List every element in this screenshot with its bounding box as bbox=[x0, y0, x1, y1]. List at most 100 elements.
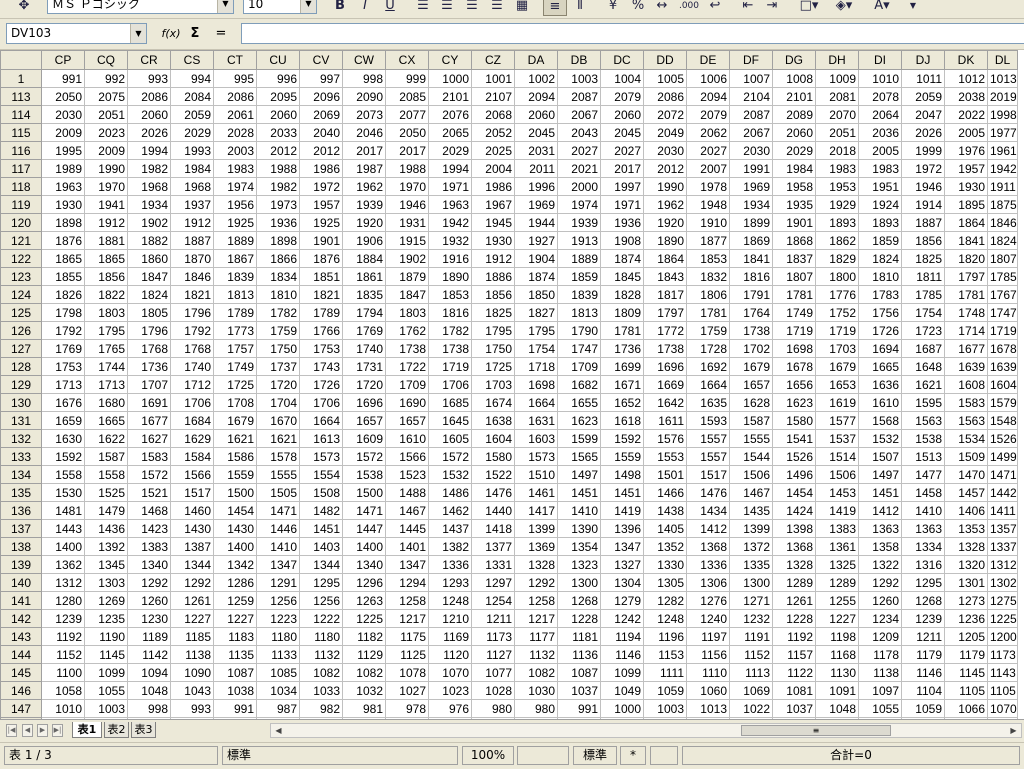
cell[interactable]: 1180 bbox=[256, 627, 300, 646]
cell[interactable]: 1797 bbox=[944, 267, 988, 286]
cell[interactable]: 1037 bbox=[557, 681, 601, 700]
cell[interactable]: 1566 bbox=[170, 465, 214, 484]
cell[interactable]: 1240 bbox=[686, 609, 730, 628]
horizontal-scrollbar[interactable]: ◀ ≡ ▶ bbox=[270, 723, 1022, 738]
cell[interactable]: 1772 bbox=[643, 321, 687, 340]
cell[interactable]: 1254 bbox=[471, 591, 515, 610]
cell[interactable]: 1049 bbox=[600, 681, 644, 700]
cell[interactable]: 1834 bbox=[256, 267, 300, 286]
cell[interactable]: 1904 bbox=[514, 249, 558, 268]
cell[interactable]: 1331 bbox=[471, 555, 515, 574]
cell[interactable]: 1461 bbox=[514, 483, 558, 502]
cell[interactable]: 1003 bbox=[84, 699, 128, 718]
cell[interactable]: 2029 bbox=[170, 123, 214, 142]
cell[interactable]: 1630 bbox=[41, 429, 85, 448]
cell[interactable]: 1925 bbox=[299, 213, 343, 232]
cell[interactable]: 1548 bbox=[987, 411, 1018, 430]
cell[interactable]: 1720 bbox=[256, 375, 300, 394]
cell[interactable]: 1682 bbox=[557, 375, 601, 394]
cell[interactable]: 2038 bbox=[944, 87, 988, 106]
cell[interactable]: 1225 bbox=[342, 609, 386, 628]
cell[interactable]: 1451 bbox=[600, 483, 644, 502]
cell[interactable]: 2087 bbox=[729, 105, 773, 124]
cell[interactable]: 1795 bbox=[514, 321, 558, 340]
cell[interactable]: 1678 bbox=[772, 357, 816, 376]
cell[interactable]: 1580 bbox=[471, 447, 515, 466]
cell[interactable]: 1055 bbox=[84, 681, 128, 700]
cell[interactable]: 1399 bbox=[514, 519, 558, 538]
cell[interactable]: 1723 bbox=[901, 321, 945, 340]
cell[interactable]: 1145 bbox=[84, 645, 128, 664]
decimal-format-icon[interactable]: ↔ bbox=[652, 0, 672, 16]
cell[interactable]: 1882 bbox=[127, 231, 171, 250]
cell[interactable]: 1756 bbox=[858, 303, 902, 322]
cell[interactable]: 1864 bbox=[944, 213, 988, 232]
cell[interactable]: 1470 bbox=[944, 465, 988, 484]
cell[interactable]: 1753 bbox=[41, 357, 85, 376]
spreadsheet-grid[interactable]: CP CQ CR CS CT CU CV CW CX CY CZ DA DB DC DD DE DF DG DH DI… bbox=[0, 50, 1024, 719]
cell[interactable]: 1476 bbox=[471, 483, 515, 502]
cell[interactable]: 1132 bbox=[299, 645, 343, 664]
cell[interactable]: 978 bbox=[385, 699, 429, 718]
cell[interactable]: 991 bbox=[557, 699, 601, 718]
cell[interactable]: 1235 bbox=[84, 609, 128, 628]
cell[interactable]: 1726 bbox=[858, 321, 902, 340]
cell[interactable]: 1769 bbox=[41, 339, 85, 358]
cell[interactable]: 1077 bbox=[471, 663, 515, 682]
cell[interactable]: 1198 bbox=[815, 627, 859, 646]
cell[interactable]: 1227 bbox=[213, 609, 257, 628]
cell[interactable]: 1566 bbox=[385, 447, 429, 466]
cell[interactable]: 1773 bbox=[213, 321, 257, 340]
align-center-icon[interactable]: ☰ bbox=[437, 0, 457, 16]
cell[interactable]: 1401 bbox=[385, 537, 429, 556]
cell[interactable]: 1610 bbox=[385, 429, 429, 448]
cell[interactable]: 1460 bbox=[170, 501, 214, 520]
cell[interactable]: 1706 bbox=[170, 393, 214, 412]
cell[interactable]: 1645 bbox=[428, 411, 472, 430]
cell[interactable]: 994 bbox=[170, 69, 214, 88]
cell[interactable]: 1211 bbox=[471, 609, 515, 628]
row-header[interactable]: 116 bbox=[0, 141, 42, 160]
cell[interactable]: 1269 bbox=[84, 591, 128, 610]
cell[interactable]: 1738 bbox=[643, 339, 687, 358]
cell[interactable]: 1987 bbox=[342, 159, 386, 178]
chevron-down-icon[interactable]: ▼ bbox=[217, 0, 233, 13]
cell[interactable]: 1200 bbox=[987, 627, 1018, 646]
cell[interactable]: 2073 bbox=[342, 105, 386, 124]
cell[interactable]: 1719 bbox=[815, 321, 859, 340]
cell[interactable]: 1845 bbox=[600, 267, 644, 286]
cell[interactable]: 1242 bbox=[600, 609, 644, 628]
cell[interactable]: 2043 bbox=[557, 123, 601, 142]
cell[interactable]: 1227 bbox=[815, 609, 859, 628]
cell[interactable]: 1911 bbox=[987, 177, 1018, 196]
cell[interactable]: 1145 bbox=[944, 663, 988, 682]
cell[interactable]: 1963 bbox=[41, 177, 85, 196]
cell[interactable]: 1642 bbox=[643, 393, 687, 412]
cell[interactable]: 1479 bbox=[84, 501, 128, 520]
cell[interactable]: 1183 bbox=[213, 627, 257, 646]
cell[interactable]: 1876 bbox=[299, 249, 343, 268]
cell[interactable]: 1289 bbox=[772, 573, 816, 592]
cell[interactable]: 1653 bbox=[815, 375, 859, 394]
column-header[interactable]: DH bbox=[815, 50, 859, 70]
scroll-right-icon[interactable]: ▶ bbox=[1007, 725, 1020, 736]
cell[interactable]: 1230 bbox=[127, 609, 171, 628]
cell[interactable]: 1839 bbox=[213, 267, 257, 286]
cell[interactable]: 1968 bbox=[127, 177, 171, 196]
cell[interactable]: 1791 bbox=[729, 285, 773, 304]
cell[interactable]: 1523 bbox=[385, 465, 429, 484]
cell[interactable]: 1946 bbox=[901, 177, 945, 196]
cell[interactable]: 1743 bbox=[299, 357, 343, 376]
cell[interactable]: 1768 bbox=[127, 339, 171, 358]
cell[interactable]: 1806 bbox=[686, 285, 730, 304]
cell[interactable]: 1236 bbox=[944, 609, 988, 628]
cell[interactable]: 1847 bbox=[127, 267, 171, 286]
cell[interactable]: 1070 bbox=[987, 699, 1018, 718]
row-header[interactable]: 115 bbox=[0, 123, 42, 142]
row-header[interactable]: 127 bbox=[0, 339, 42, 358]
column-header[interactable]: DJ bbox=[901, 50, 945, 70]
cell[interactable]: 1418 bbox=[471, 519, 515, 538]
cell[interactable]: 1363 bbox=[901, 519, 945, 538]
cell[interactable]: 1447 bbox=[342, 519, 386, 538]
cell[interactable]: 1674 bbox=[471, 393, 515, 412]
